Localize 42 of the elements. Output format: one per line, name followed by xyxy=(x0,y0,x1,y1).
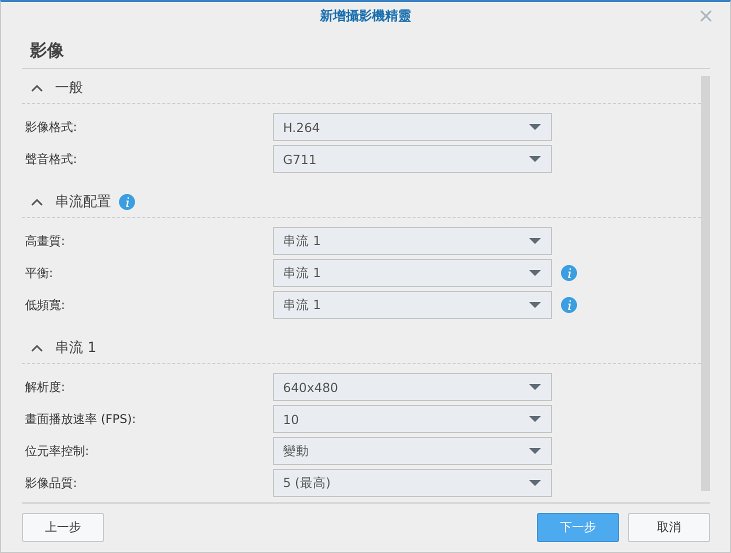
caret-icon xyxy=(529,156,541,162)
caret-icon xyxy=(529,124,541,130)
page-heading: 影像 xyxy=(30,40,65,63)
field-label: 影像品質: xyxy=(24,474,78,492)
close-icon[interactable] xyxy=(700,10,712,22)
field-label: 高畫質: xyxy=(24,232,66,250)
field-label: 畫面播放速率 (FPS): xyxy=(24,410,137,428)
caret-icon xyxy=(529,384,541,390)
section-title: 串流 1 xyxy=(55,339,96,357)
section-title: 串流配置 xyxy=(55,193,111,211)
chevron-icon[interactable] xyxy=(31,198,43,206)
field-label: 低頻寬: xyxy=(24,296,66,314)
scrollbar[interactable] xyxy=(701,76,710,491)
caret-icon xyxy=(529,270,541,276)
field-label: 位元率控制: xyxy=(24,442,90,460)
dropdown[interactable]: 變動 xyxy=(273,437,552,465)
caret-icon xyxy=(529,416,541,422)
dropdown[interactable]: H.264 xyxy=(273,113,552,141)
chevron-icon[interactable] xyxy=(31,344,43,352)
caret-icon xyxy=(529,238,541,244)
window-title: 新增攝影機精靈 xyxy=(320,8,411,25)
field-label: 影像格式: xyxy=(24,118,78,136)
chevron-icon[interactable] xyxy=(31,84,43,92)
caret-icon xyxy=(529,480,541,486)
dropdown[interactable]: 串流 1 xyxy=(273,227,552,255)
section-title: 一般 xyxy=(55,79,83,97)
field-label: 聲音格式: xyxy=(24,150,78,168)
info-icon[interactable] xyxy=(561,297,577,313)
caret-icon xyxy=(529,448,541,454)
dropdown[interactable]: 串流 1 xyxy=(273,291,552,319)
caret-icon xyxy=(529,302,541,308)
cancel-button[interactable]: 取消 xyxy=(628,513,710,542)
dropdown[interactable]: 串流 1 xyxy=(273,259,552,287)
info-icon[interactable] xyxy=(561,265,577,281)
info-icon[interactable] xyxy=(119,194,135,210)
dropdown[interactable]: G711 xyxy=(273,145,552,173)
field-label: 解析度: xyxy=(24,378,66,396)
dropdown[interactable]: 5 (最高) xyxy=(273,469,552,497)
dropdown[interactable]: 10 xyxy=(273,405,552,433)
back-button[interactable]: 上一步 xyxy=(22,513,104,542)
dropdown[interactable]: 640x480 xyxy=(273,373,552,401)
field-label: 平衡: xyxy=(24,264,54,282)
